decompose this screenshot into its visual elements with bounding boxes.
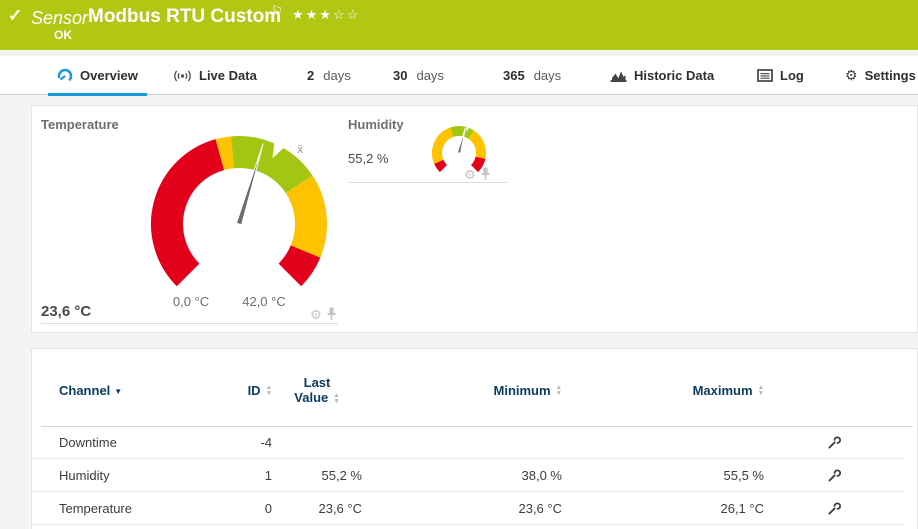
tab-30-days[interactable]: 30 days: [384, 56, 453, 95]
tab-log[interactable]: Log: [748, 56, 813, 95]
temperature-scale-max: 42,0 °C: [242, 294, 286, 309]
status-badge: OK: [54, 28, 72, 42]
priority-star-rating[interactable]: ★★★☆☆: [292, 7, 360, 23]
channels-table-panel: Channel ▼ ID ▲ ▼ Last Value ▲ ▼ Minimum ▲ ▼ Max…: [31, 348, 918, 529]
live-signal-icon: [174, 70, 191, 81]
humidity-current-value: 55,2 %: [348, 151, 389, 166]
sensor-status-header: ✓ Sensor Modbus RTU Custom ⚐ ★★★☆☆ OK: [0, 0, 918, 50]
last-value: 55,2 %: [321, 468, 362, 483]
tab-number: 2: [307, 68, 315, 83]
area-chart-icon: [610, 71, 627, 82]
priority-flag-icon[interactable]: ⚐: [271, 3, 283, 19]
temperature-gauge-title: Temperature: [41, 117, 119, 132]
humidity-gauge-title: Humidity: [348, 117, 404, 132]
maximum-value: 26,1 °C: [720, 501, 764, 516]
pin-icon[interactable]: [480, 167, 491, 181]
sort-icon: ▲ ▼: [265, 384, 272, 398]
table-header-row: Channel ▼ ID ▲ ▼ Last Value ▲ ▼ Minimum ▲ ▼ Max…: [32, 349, 917, 405]
last-value: 23,6 °C: [318, 501, 362, 516]
column-header-last-value[interactable]: Last Value ▲ ▼: [294, 375, 339, 405]
channel-id: 0: [264, 501, 272, 516]
channel-id: 1: [264, 468, 272, 483]
tab-number: 30: [393, 68, 408, 83]
pin-icon[interactable]: [326, 307, 337, 321]
svg-text:x̄: x̄: [297, 142, 303, 156]
channel-settings-wrench-icon[interactable]: [827, 501, 842, 516]
object-kind-label: Sensor: [31, 8, 89, 28]
table-body: Downtime -4 Humidity 1 55,2 % 38,0 % 55,…: [32, 426, 917, 525]
channel-settings-wrench-icon[interactable]: [827, 435, 842, 450]
tab-number: 365: [503, 68, 525, 83]
log-list-icon: [757, 69, 773, 82]
tab-2-days[interactable]: 2 days: [298, 56, 360, 95]
gauges-panel: Temperature x̄ 0,0 °C 42,0 °C 23,6 °C ⚙ …: [31, 105, 918, 333]
maximum-value: 55,5 %: [723, 468, 764, 483]
sort-icon: ▲ ▼: [757, 384, 764, 398]
channel-id: -4: [260, 435, 272, 450]
tab-overview[interactable]: Overview: [48, 56, 147, 96]
minimum-value: 23,6 °C: [518, 501, 562, 516]
sorted-desc-icon: ▼: [114, 386, 123, 396]
temperature-current-value: 23,6 °C: [41, 303, 92, 320]
tab-label: Log: [780, 68, 804, 83]
humidity-gauge-actions: ⚙: [464, 167, 491, 181]
tab-365-days[interactable]: 365 days: [494, 56, 570, 95]
temperature-scale-min: 0,0 °C: [172, 294, 210, 309]
check-icon: ✓: [8, 6, 23, 25]
tab-live-data[interactable]: Live Data: [164, 56, 266, 95]
table-row: Downtime -4: [32, 426, 905, 459]
stars-filled[interactable]: ★★★: [292, 7, 333, 22]
column-header-channel[interactable]: Channel ▼: [59, 383, 207, 398]
sort-icon: ▲ ▼: [555, 384, 562, 398]
tab-bar: Overview Live Data 2 days 30 days 365 days …: [0, 56, 918, 96]
table-row: Humidity 1 55,2 % 38,0 % 55,5 %: [32, 459, 905, 492]
tab-label: days: [323, 68, 351, 83]
table-row: Temperature 0 23,6 °C 23,6 °C 26,1 °C: [32, 492, 905, 525]
channel-name: Temperature: [59, 501, 132, 516]
tab-label: days: [533, 68, 562, 83]
column-header-minimum[interactable]: Minimum ▲ ▼: [494, 383, 563, 398]
gauge-icon: [57, 68, 73, 81]
tab-label: days: [416, 68, 444, 83]
gauge-settings-gear-icon[interactable]: ⚙: [310, 308, 322, 321]
tab-historic-data[interactable]: Historic Data: [601, 56, 723, 95]
gauge-settings-gear-icon[interactable]: ⚙: [464, 168, 476, 181]
channel-settings-wrench-icon[interactable]: [827, 468, 842, 483]
temperature-gauge: x̄: [151, 136, 327, 287]
stars-empty[interactable]: ☆☆: [333, 7, 360, 22]
temperature-panel-divider: [41, 323, 338, 324]
channel-name: Humidity: [59, 468, 110, 483]
column-header-maximum[interactable]: Maximum ▲ ▼: [693, 383, 764, 398]
humidity-panel-divider: [348, 182, 508, 183]
sort-icon: ▲ ▼: [333, 391, 340, 405]
gear-icon: ⚙: [845, 67, 858, 83]
column-header-id[interactable]: ID ▲ ▼: [248, 383, 272, 398]
minimum-value: 38,0 %: [521, 468, 562, 483]
channel-name: Downtime: [59, 435, 117, 450]
tab-label: Overview: [80, 68, 138, 83]
tab-label: Historic Data: [634, 68, 715, 83]
tab-settings[interactable]: ⚙ Settings: [836, 56, 918, 95]
tab-label: Live Data: [199, 68, 257, 83]
temperature-gauge-actions: ⚙: [310, 307, 337, 321]
sensor-title: Modbus RTU Custom: [88, 6, 282, 27]
tab-label: Settings: [864, 68, 916, 83]
